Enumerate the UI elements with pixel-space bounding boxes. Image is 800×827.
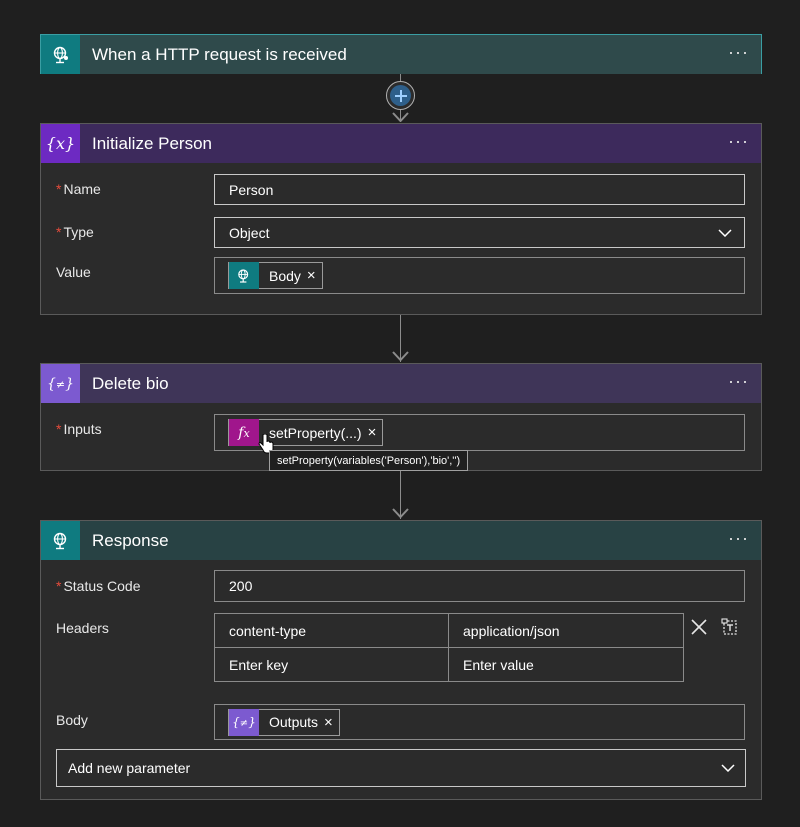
function-icon: fx (229, 419, 259, 446)
add-new-parameter-dropdown[interactable]: Add new parameter (56, 749, 746, 787)
inputs-field[interactable]: fx setProperty(...) × (214, 414, 745, 451)
arrow-down-icon (392, 351, 409, 361)
header-value-field[interactable]: Enter value (448, 647, 684, 682)
card-title: When a HTTP request is received (92, 44, 347, 64)
status-code-field[interactable]: 200 (214, 570, 745, 602)
token-label: setProperty(...) (269, 424, 362, 441)
type-dropdown[interactable]: Object (214, 217, 745, 248)
response-card: Response ··· * Status Code 200 Headers co… (40, 520, 762, 800)
chevron-down-icon (721, 764, 735, 772)
inputs-label: * Inputs (56, 421, 102, 437)
type-label: * Type (56, 224, 94, 240)
variable-set-icon: {≠} (41, 364, 80, 403)
expression-token[interactable]: fx setProperty(...) × (228, 419, 384, 446)
more-options-button[interactable]: ··· (728, 132, 749, 150)
more-options-button[interactable]: ··· (728, 529, 749, 547)
name-label: * Name (56, 181, 101, 197)
remove-token-button[interactable]: × (307, 267, 322, 284)
header-key-field[interactable]: Enter key (214, 647, 449, 682)
header-value-field[interactable]: application/json (448, 613, 684, 648)
remove-token-button[interactable]: × (324, 714, 339, 731)
variable-icon: {x} (41, 124, 80, 163)
arrow-down-icon (392, 508, 409, 518)
headers-label: Headers (56, 620, 109, 636)
arrow-down-icon (392, 112, 409, 122)
add-step-button[interactable] (386, 81, 415, 110)
more-options-button[interactable]: ··· (728, 43, 749, 61)
remove-token-button[interactable]: × (368, 424, 383, 441)
initialize-person-card: {x} Initialize Person ··· * Name Person *… (40, 123, 762, 315)
more-options-button[interactable]: ··· (728, 372, 749, 390)
header-key-field[interactable]: content-type (214, 613, 449, 648)
card-title: Initialize Person (92, 133, 213, 153)
globe-icon (41, 35, 80, 74)
variable-set-icon: {≠} (229, 708, 259, 736)
outputs-token[interactable]: {≠} Outputs × (228, 708, 340, 736)
globe-icon (41, 521, 80, 560)
name-field[interactable]: Person (214, 174, 745, 205)
http-trigger-card[interactable]: When a HTTP request is received ··· (40, 34, 762, 74)
card-title: Response (92, 530, 169, 550)
text-mode-icon[interactable] (721, 618, 739, 636)
plus-icon (394, 89, 407, 102)
body-label: Body (56, 712, 88, 728)
globe-icon (229, 262, 259, 289)
token-label: Body (269, 267, 301, 284)
body-token[interactable]: Body × (228, 262, 323, 289)
status-code-label: * Status Code (56, 578, 141, 594)
value-field[interactable]: Body × (214, 257, 745, 294)
card-title: Delete bio (92, 373, 169, 393)
close-icon[interactable] (691, 619, 707, 635)
chevron-down-icon (718, 229, 732, 237)
value-label: Value (56, 264, 91, 280)
token-label: Outputs (269, 714, 319, 730)
expression-tooltip: setProperty(variables('Person'),'bio',''… (269, 450, 469, 471)
body-field[interactable]: {≠} Outputs × (214, 704, 745, 740)
